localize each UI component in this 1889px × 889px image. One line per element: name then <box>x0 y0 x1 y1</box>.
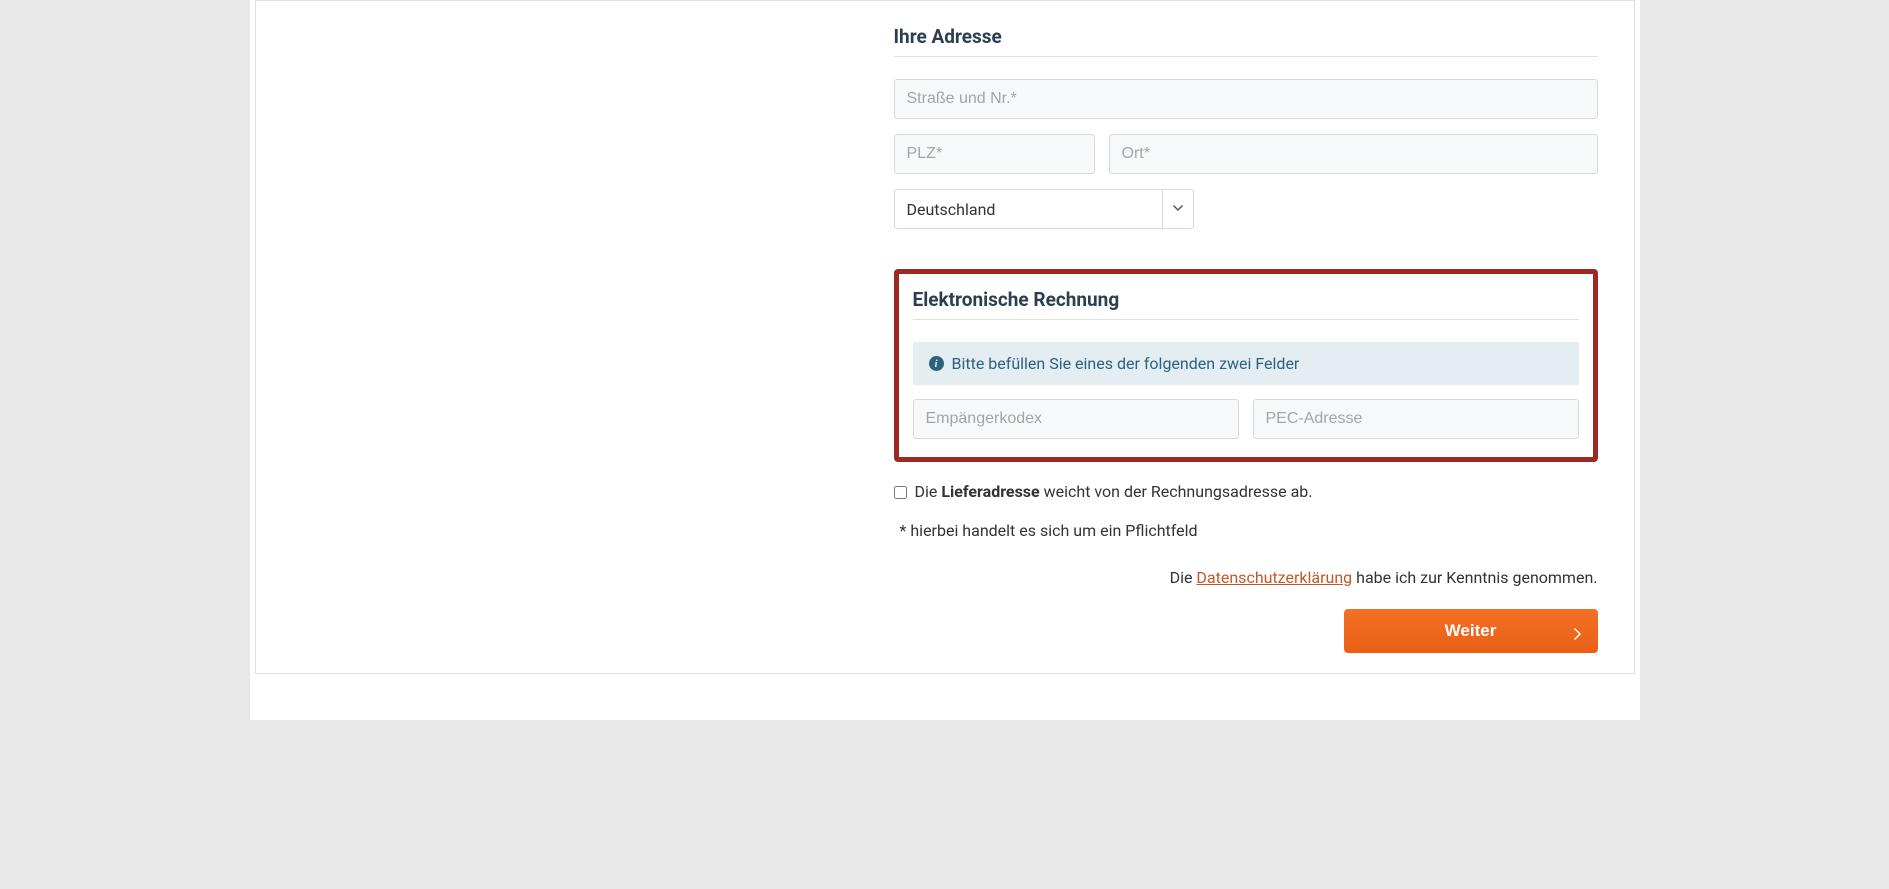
country-select[interactable]: Deutschland <box>894 189 1194 229</box>
pec-address-input[interactable] <box>1253 399 1579 439</box>
street-row <box>894 79 1598 119</box>
country-select-value: Deutschland <box>894 189 1162 229</box>
plz-input[interactable] <box>894 134 1095 174</box>
delivery-address-label: Die Lieferadresse weicht von der Rechnun… <box>915 482 1313 501</box>
continue-button-label: Weiter <box>1445 621 1497 641</box>
delivery-address-checkbox[interactable] <box>894 486 907 499</box>
required-note: * hierbei handelt es sich um ein Pflicht… <box>894 521 1598 540</box>
delivery-pre-text: Die <box>915 482 942 501</box>
address-section-title: Ihre Adresse <box>894 25 1598 48</box>
einvoice-section-title: Elektronische Rechnung <box>913 288 1579 311</box>
continue-button[interactable]: Weiter <box>1344 609 1598 653</box>
divider <box>894 56 1598 57</box>
privacy-link[interactable]: Datenschutzerklärung <box>1196 568 1352 587</box>
einvoice-row <box>913 399 1579 439</box>
divider <box>913 319 1579 320</box>
info-icon: i <box>929 356 944 371</box>
chevron-down-icon <box>1162 189 1194 229</box>
privacy-row: Die Datenschutzerklärung habe ich zur Ke… <box>894 568 1598 587</box>
info-text: Bitte befüllen Sie eines der folgenden z… <box>952 354 1300 373</box>
delivery-bold-text: Lieferadresse <box>941 482 1039 501</box>
ort-input[interactable] <box>1109 134 1598 174</box>
plz-ort-row <box>894 134 1598 174</box>
privacy-post-text: habe ich zur Kenntnis genommen. <box>1352 568 1597 587</box>
chevron-right-icon <box>1574 625 1582 637</box>
delivery-address-checkbox-row: Die Lieferadresse weicht von der Rechnun… <box>894 482 1598 501</box>
button-row: Weiter <box>894 609 1598 653</box>
recipient-code-input[interactable] <box>913 399 1239 439</box>
einvoice-section: Elektronische Rechnung i Bitte befüllen … <box>894 269 1598 462</box>
form-section: Ihre Adresse Deutschland Elektronische R… <box>894 1 1620 653</box>
street-input[interactable] <box>894 79 1598 119</box>
delivery-post-text: weicht von der Rechnungsadresse ab. <box>1040 482 1313 501</box>
privacy-pre-text: Die <box>1170 568 1197 587</box>
info-bar: i Bitte befüllen Sie eines der folgenden… <box>913 342 1579 385</box>
